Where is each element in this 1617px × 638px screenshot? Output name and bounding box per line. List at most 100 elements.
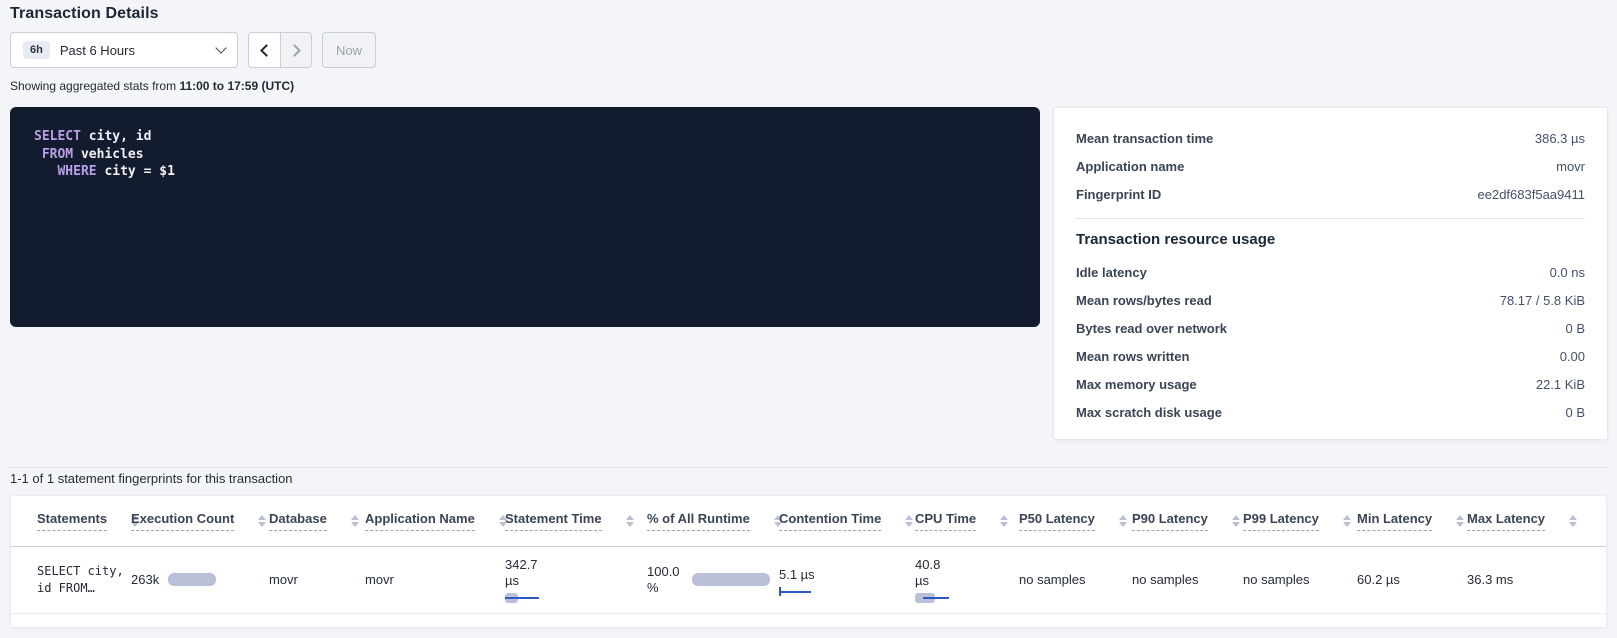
statement-time-value: 342.7: [505, 557, 647, 573]
time-range-badge: 6h: [23, 41, 50, 59]
column-label: P99 Latency: [1243, 511, 1319, 531]
cell-min-latency: 60.2 µs: [1357, 546, 1467, 613]
sort-icon[interactable]: [258, 515, 266, 527]
statement-time-unit: µs: [505, 573, 647, 589]
sort-icon[interactable]: [1119, 515, 1127, 527]
column-label: Min Latency: [1357, 511, 1432, 531]
statements-table-card: Statements Execution Count Database Appl…: [10, 495, 1607, 628]
column-label: Execution Count: [131, 511, 234, 531]
cell-cpu-time: 40.8 µs: [915, 546, 1019, 613]
summary-value: movr: [1556, 159, 1585, 174]
resource-label: Bytes read over network: [1076, 321, 1227, 336]
resource-row-mean-rows-written: Mean rows written 0.00: [1076, 342, 1585, 370]
cell-max-latency: 36.3 ms: [1467, 546, 1606, 613]
cell-runtime-pct: 100.0 %: [647, 546, 779, 613]
column-header-database[interactable]: Database: [269, 496, 365, 546]
sql-text: vehicles: [73, 147, 143, 162]
stats-caption-range: 11:00 to 17:59 (UTC): [179, 79, 294, 93]
column-header-execution-count[interactable]: Execution Count: [131, 496, 269, 546]
sql-text: city, id: [81, 129, 151, 144]
time-range-label: Past 6 Hours: [60, 43, 207, 58]
column-header-cpu-time[interactable]: CPU Time: [915, 496, 1019, 546]
column-header-max-latency[interactable]: Max Latency: [1467, 496, 1606, 546]
summary-value: 386.3 µs: [1535, 131, 1585, 146]
resource-label: Max memory usage: [1076, 377, 1197, 392]
application-name-value: movr: [365, 572, 394, 587]
resource-value: 0.00: [1560, 349, 1585, 364]
execution-count-value: 263k: [131, 572, 159, 587]
cell-statement[interactable]: SELECT city, id FROM…: [11, 546, 131, 613]
database-value: movr: [269, 572, 298, 587]
column-header-p50-latency[interactable]: P50 Latency: [1019, 496, 1132, 546]
column-label: Database: [269, 511, 327, 531]
column-header-statement-time[interactable]: Statement Time: [505, 496, 647, 546]
resource-label: Mean rows/bytes read: [1076, 293, 1212, 308]
table-header-row: Statements Execution Count Database Appl…: [11, 496, 1606, 546]
cell-p50-latency: no samples: [1019, 546, 1132, 613]
summary-label: Application name: [1076, 159, 1184, 174]
next-interval-button[interactable]: [280, 33, 311, 67]
sort-icon[interactable]: [1569, 515, 1577, 527]
column-header-p90-latency[interactable]: P90 Latency: [1132, 496, 1243, 546]
resource-value: 0 B: [1565, 405, 1585, 420]
resource-usage-heading: Transaction resource usage: [1076, 231, 1585, 248]
column-header-application-name[interactable]: Application Name: [365, 496, 505, 546]
sort-icon[interactable]: [626, 515, 634, 527]
column-label: P90 Latency: [1132, 511, 1208, 531]
column-label: P50 Latency: [1019, 511, 1095, 531]
summary-row-application-name: Application name movr: [1076, 152, 1585, 180]
table-row: SELECT city, id FROM… 263k movr movr 342…: [11, 546, 1606, 613]
section-divider: [8, 467, 1609, 468]
resource-row-bytes-read-over-network: Bytes read over network 0 B: [1076, 314, 1585, 342]
contention-time-bar: [779, 589, 811, 593]
column-label: Max Latency: [1467, 511, 1545, 531]
resource-row-mean-rows-bytes-read: Mean rows/bytes read 78.17 / 5.8 KiB: [1076, 286, 1585, 314]
resource-value: 22.1 KiB: [1536, 377, 1585, 392]
time-step-buttons: [248, 32, 312, 68]
column-label: % of All Runtime: [647, 511, 750, 531]
cell-application-name: movr: [365, 546, 505, 613]
now-button[interactable]: Now: [322, 32, 376, 68]
statement-link-line2[interactable]: id FROM…: [37, 580, 131, 597]
column-label: Contention Time: [779, 511, 881, 531]
sql-text: city = $1: [97, 164, 175, 179]
sort-icon[interactable]: [1343, 515, 1351, 527]
runtime-pct-unit: %: [647, 580, 680, 596]
summary-row-fingerprint-id: Fingerprint ID ee2df683f5aa9411: [1076, 180, 1585, 208]
column-header-min-latency[interactable]: Min Latency: [1357, 496, 1467, 546]
cell-statement-time: 342.7 µs: [505, 546, 647, 613]
statements-table: Statements Execution Count Database Appl…: [11, 496, 1606, 614]
column-label: Statement Time: [505, 511, 602, 531]
resource-value: 78.17 / 5.8 KiB: [1500, 293, 1585, 308]
sort-icon[interactable]: [351, 515, 359, 527]
time-range-dropdown[interactable]: 6h Past 6 Hours: [10, 32, 238, 68]
summary-divider: [1076, 218, 1585, 219]
statement-link-line1[interactable]: SELECT city,: [37, 563, 131, 580]
contention-time-value: 5.1 µs: [779, 567, 915, 582]
resource-row-max-scratch-disk-usage: Max scratch disk usage 0 B: [1076, 398, 1585, 426]
execution-count-bar: [168, 573, 216, 586]
sort-icon[interactable]: [905, 515, 913, 527]
sort-icon[interactable]: [1456, 515, 1464, 527]
chevron-right-icon: [288, 44, 301, 57]
min-latency-value: 60.2 µs: [1357, 572, 1400, 587]
column-header-p99-latency[interactable]: P99 Latency: [1243, 496, 1357, 546]
column-header-statements[interactable]: Statements: [11, 496, 131, 546]
resource-value: 0.0 ns: [1550, 265, 1585, 280]
p50-latency-value: no samples: [1019, 572, 1085, 587]
resource-value: 0 B: [1565, 321, 1585, 336]
statement-time-bar: [505, 593, 555, 603]
summary-label: Mean transaction time: [1076, 131, 1213, 146]
summary-row-mean-transaction-time: Mean transaction time 386.3 µs: [1076, 124, 1585, 152]
prev-interval-button[interactable]: [249, 33, 280, 67]
column-header-runtime-pct[interactable]: % of All Runtime: [647, 496, 779, 546]
p90-latency-value: no samples: [1132, 572, 1198, 587]
runtime-pct-value: 100.0: [647, 564, 680, 580]
column-header-contention-time[interactable]: Contention Time: [779, 496, 915, 546]
p99-latency-value: no samples: [1243, 572, 1309, 587]
sort-icon[interactable]: [1000, 515, 1008, 527]
resource-label: Max scratch disk usage: [1076, 405, 1222, 420]
runtime-pct-bar: [692, 573, 770, 586]
sort-icon[interactable]: [1232, 515, 1240, 527]
cpu-time-unit: µs: [915, 573, 1019, 589]
